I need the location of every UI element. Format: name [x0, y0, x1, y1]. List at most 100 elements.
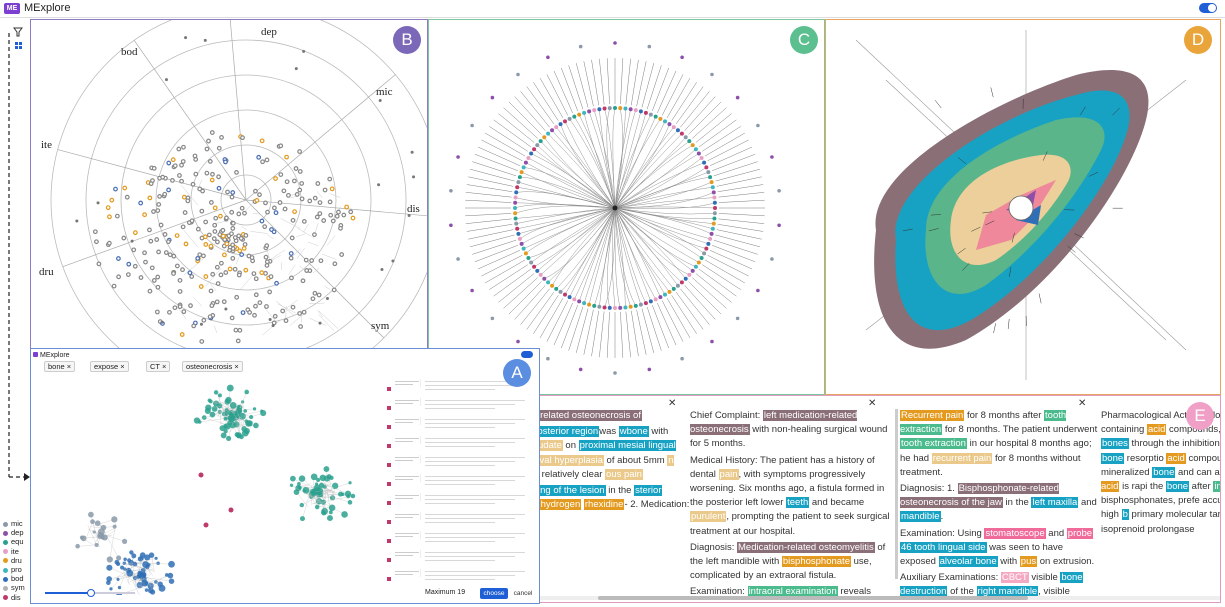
network-graph[interactable] — [31, 375, 381, 595]
entity-highlight[interactable]: Medication-related osteonecrosis of — [538, 410, 642, 421]
sector-label: mic — [376, 86, 393, 98]
entity-highlight[interactable]: acid — [1166, 452, 1186, 464]
entity-highlight[interactable]: alveolar bone — [938, 556, 998, 568]
entity-highlight[interactable]: Medication-related osteomyelitis — [737, 541, 875, 553]
entity-highlight[interactable]: CBCT — [1000, 572, 1029, 584]
close-card-icon[interactable]: ✕ — [868, 398, 876, 409]
entity-highlight[interactable]: bone — [1101, 452, 1125, 464]
entity-highlight[interactable]: purulent exudate — [538, 440, 563, 452]
list-item[interactable] — [387, 493, 535, 508]
entity-highlight[interactable]: pus — [1019, 556, 1038, 568]
app-logo: ME — [4, 3, 20, 14]
entity-highlight[interactable]: b — [1121, 509, 1129, 521]
entity-highlight[interactable]: ous pain — [605, 468, 643, 480]
entity-highlight[interactable]: ght lower posterior region — [538, 426, 600, 438]
legend-item[interactable]: mic — [3, 519, 25, 528]
card-text: with — [997, 556, 1020, 568]
entity-highlight[interactable]: stomatoscope — [984, 527, 1046, 539]
grid-icon[interactable] — [15, 42, 18, 45]
scrollbar-thumb[interactable] — [598, 596, 1028, 600]
panel-a-toggle[interactable] — [521, 351, 533, 358]
legend-item[interactable]: pro — [3, 565, 25, 574]
entity-highlight[interactable]: 46 tooth lingual side — [900, 541, 987, 553]
search-tag[interactable]: CT × — [146, 361, 171, 372]
horizontal-scrollbar[interactable] — [538, 596, 1220, 600]
card-scrollbar[interactable] — [895, 409, 898, 579]
list-item[interactable] — [387, 474, 535, 489]
close-icon[interactable]: × — [232, 362, 238, 371]
list-item[interactable] — [387, 569, 535, 584]
list-item[interactable] — [387, 531, 535, 546]
entity-highlight[interactable]: bone — [1152, 466, 1176, 478]
layered-shape-view[interactable] — [826, 20, 1221, 395]
entity-highlight[interactable]: tooth extraction — [900, 438, 967, 450]
leaf-node — [647, 44, 652, 49]
close-card-icon[interactable]: ✕ — [668, 398, 676, 409]
entity-highlight[interactable]: rhexidine — [583, 499, 625, 511]
legend-item[interactable]: dep — [3, 528, 25, 537]
legend-item[interactable]: dru — [3, 556, 25, 565]
data-point — [264, 157, 270, 163]
list-item[interactable] — [387, 417, 535, 432]
radial-tree[interactable] — [429, 20, 825, 395]
leaf-label — [631, 59, 639, 106]
entity-highlight[interactable]: bisphosphonate — [781, 556, 851, 568]
entity-highlight[interactable]: bones — [1101, 438, 1129, 450]
close-icon[interactable]: × — [65, 362, 71, 371]
record-card[interactable]: Medication-related osteonecrosis of ght l… — [538, 409, 690, 601]
panel-e-record-cards[interactable]: Medication-related osteonecrosis of ght l… — [537, 395, 1221, 603]
entity-highlight[interactable]: purulent — [690, 511, 727, 523]
tree-branch — [614, 176, 711, 209]
cancel-button[interactable]: cancel — [511, 588, 535, 599]
data-point — [124, 194, 130, 200]
entity-highlight[interactable]: left maxilla — [1031, 497, 1079, 509]
entity-highlight[interactable]: ingival hyperplasia — [538, 454, 604, 466]
threshold-slider[interactable] — [45, 589, 135, 597]
close-card-icon[interactable]: ✕ — [1078, 398, 1086, 409]
slider-handle[interactable] — [87, 589, 95, 597]
panel-a-graph-view[interactable]: MExplore bone × expose × CT × osteonecrosis… — [30, 348, 540, 604]
entity-highlight[interactable]: mandible — [900, 511, 941, 523]
entity-highlight[interactable]: intravenous — [1213, 481, 1220, 493]
entity-highlight[interactable]: bone — [1165, 481, 1190, 493]
search-tag[interactable]: expose × — [90, 361, 129, 372]
view-toggle[interactable] — [1199, 3, 1217, 13]
panel-b-radial-view[interactable]: dep bod mic ite dis dru sym B — [30, 19, 428, 349]
choose-button[interactable]: choose — [480, 588, 508, 599]
entity-highlight[interactable]: peated rinsing of the lesion — [538, 485, 606, 497]
legend-item[interactable]: dis — [3, 593, 25, 602]
legend-item[interactable]: bod — [3, 574, 25, 583]
entity-highlight[interactable]: acid — [1146, 424, 1167, 436]
record-card[interactable]: Recurrent pain for 8 months after tooth … — [900, 409, 1100, 601]
list-item[interactable] — [387, 455, 535, 470]
list-item[interactable] — [387, 512, 535, 527]
close-icon[interactable]: × — [118, 362, 124, 371]
entity-highlight[interactable]: pain — [718, 468, 739, 480]
legend-item[interactable]: equ — [3, 537, 25, 546]
filter-icon[interactable] — [13, 27, 23, 37]
list-item[interactable] — [387, 398, 535, 413]
entity-highlight[interactable]: wbone — [618, 426, 649, 438]
entity-highlight[interactable]: Recurrent pain — [900, 410, 965, 421]
entity-highlight[interactable]: hydrogen — [539, 499, 582, 511]
search-tag[interactable]: bone × — [44, 361, 76, 372]
legend-item[interactable]: ite — [3, 547, 25, 556]
record-card[interactable]: Pharmacological Action belongs to nitrog… — [1101, 409, 1220, 601]
data-point — [151, 209, 156, 214]
list-item[interactable] — [387, 550, 535, 565]
leaf-node — [735, 95, 740, 100]
entity-highlight[interactable]: recurrent pain — [931, 452, 993, 464]
close-icon[interactable]: × — [160, 362, 166, 371]
panel-d-layer-view[interactable]: D — [825, 19, 1221, 395]
entity-highlight[interactable]: probe — [1066, 527, 1094, 539]
search-tag[interactable]: osteonecrosis × — [182, 361, 243, 372]
panel-c-tree-view[interactable]: C — [428, 19, 825, 395]
legend-item[interactable]: sym — [3, 583, 25, 592]
data-point — [154, 237, 160, 242]
list-item-text — [425, 550, 533, 562]
entity-highlight[interactable]: teeth — [786, 497, 810, 509]
record-card[interactable]: Chief Complaint: left medication-related… — [690, 409, 890, 601]
list-item[interactable] — [387, 436, 535, 451]
radial-scatter-plot[interactable]: dep bod mic ite dis dru sym — [31, 20, 428, 349]
graph-node — [116, 577, 120, 581]
